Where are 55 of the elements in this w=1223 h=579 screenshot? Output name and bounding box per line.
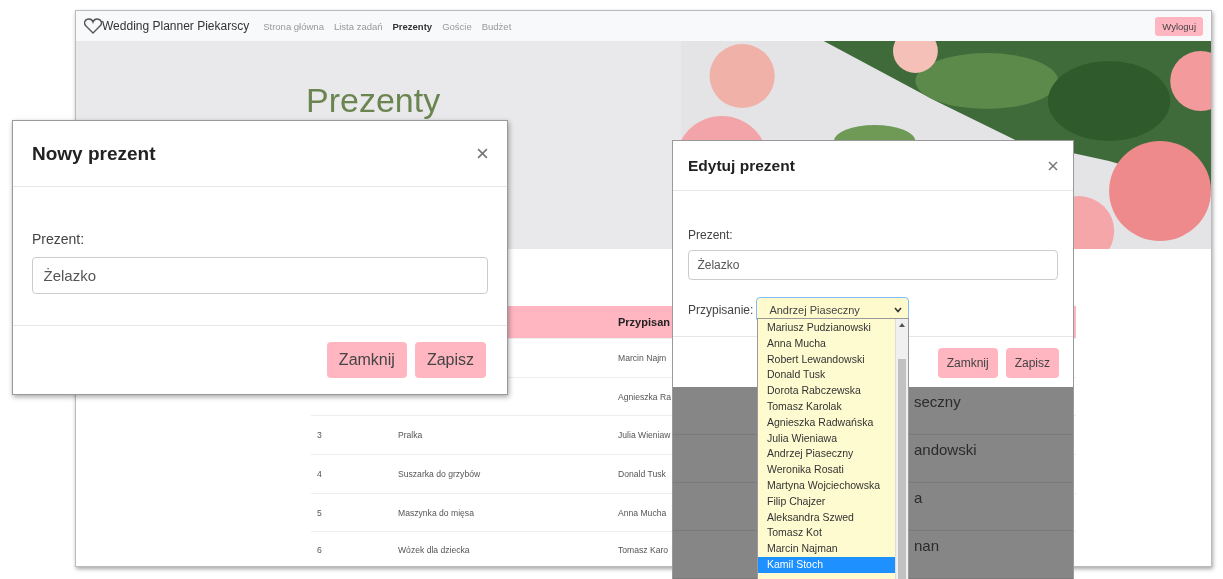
dropdown-option[interactable]: Julia Wieniawa [758,430,895,447]
close-icon[interactable] [477,148,488,159]
gift-input[interactable]: Żelazko [32,257,488,294]
save-button[interactable]: Zapisz [1005,348,1059,378]
table-cell-text: Wózek dla dziecka [397,545,470,556]
table-cell-text: Agnieszka Ra [617,391,672,402]
nav-link[interactable]: Prezenty [392,20,433,32]
dropdown-option[interactable]: Aleksandra Szwed [758,509,895,526]
save-button[interactable]: Zapisz [414,342,486,378]
table-cell-text: Pralka [397,430,423,441]
scrollbar[interactable] [895,319,908,579]
dropdown-option[interactable]: Tomasz Kot [758,525,895,542]
table-cell-text: 3 [316,430,322,441]
table-cell-text: Maszynka do mięsa [397,507,474,518]
dropdown-option[interactable]: Agnieszka Radwańska [758,414,895,431]
field-label: Prezent: [32,231,85,247]
table-cell: nan [914,537,940,554]
table-cell-text: Tomasz Karo [617,545,669,556]
close-icon[interactable] [1048,160,1058,171]
table-cell-text: 5 [316,507,322,518]
close-button[interactable]: Zamknij [937,348,998,378]
table-cell-text: Marcin Najm [617,352,667,363]
close-button[interactable]: Zamknij [326,342,407,378]
table-cell-text: Suszarka do grzybów [397,468,481,479]
table-cell-text: 4 [316,468,322,479]
table-cell: seczny [914,393,961,410]
table-cell-text: 6 [316,545,322,556]
dropdown-option[interactable]: Donald Tusk [758,367,895,384]
heart-icon [84,18,102,34]
logout-button[interactable]: Wyloguj [1155,16,1203,36]
dropdown-option[interactable]: Filip Chajzer [758,493,895,510]
arrow-up-icon[interactable] [899,323,905,327]
table-cell: a [914,489,923,506]
field-label: Prezent: [688,228,733,242]
dropdown-option[interactable]: Weronika Rosati [758,462,895,478]
column-header: Przypisan [617,316,670,328]
page-title: Prezenty [306,81,441,120]
field-label: Przypisanie: [688,302,754,317]
dialog-title: Edytuj prezent [688,156,795,175]
dropdown-option[interactable]: Anna Mucha [758,335,895,352]
table-cell-text: Julia Wieniaw [617,430,671,441]
dropdown-option[interactable]: Dorota Rabczewska [758,383,895,399]
table-cell-text: Donald Tusk [617,468,666,479]
dialog-title: Nowy prezent [32,142,156,165]
gift-input[interactable]: Żelazko [688,250,1058,280]
dropdown-option[interactable]: Martyna Wojciechowska [758,477,895,494]
dropdown-option[interactable]: Robert Lewandowski [758,351,895,368]
brand-name[interactable]: Wedding Planner Piekarscy [102,19,250,33]
table-cell: andowski [914,441,977,458]
dropdown-option[interactable]: Andrzej Piaseczny [758,446,895,463]
dropdown-option[interactable]: Mariusz Pudzianowski [758,320,895,336]
table-cell-text: Anna Mucha [617,507,667,518]
dropdown-option[interactable]: Marcin Najman [758,541,895,557]
dropdown-option[interactable]: Tomasz Karolak [758,399,895,415]
chevron-icon [894,306,903,313]
